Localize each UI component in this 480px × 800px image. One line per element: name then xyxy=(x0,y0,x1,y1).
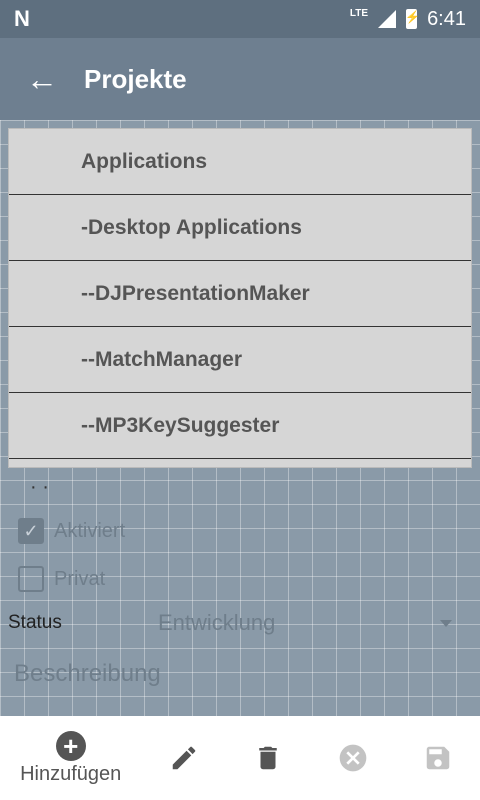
edit-button[interactable] xyxy=(141,743,226,773)
add-button[interactable]: + Hinzufügen xyxy=(0,730,141,786)
battery-icon xyxy=(405,9,420,29)
clock: 6:41 xyxy=(427,7,466,30)
status-select[interactable]: Entwicklung xyxy=(158,610,440,636)
list-item[interactable]: --MatchManager xyxy=(9,327,471,393)
list-item[interactable]: --DJPresentationMaker xyxy=(9,261,471,327)
save-icon xyxy=(426,746,449,770)
delete-button[interactable] xyxy=(226,743,311,773)
field-remnant: · · xyxy=(30,476,49,498)
beschreibung-field[interactable]: Beschreibung xyxy=(14,660,161,688)
back-arrow-icon[interactable]: ← xyxy=(0,61,84,98)
checkbox-checked-icon[interactable]: ✓ xyxy=(18,518,44,544)
checkbox-unchecked-icon[interactable] xyxy=(18,566,44,592)
plus-icon: + xyxy=(55,730,86,761)
list-item[interactable]: -Desktop Applications xyxy=(9,195,471,261)
project-list-popup: Applications -Desktop Applications --DJP… xyxy=(8,128,472,468)
delete-icon xyxy=(259,746,278,770)
add-label: Hinzufügen xyxy=(20,762,122,785)
page-title: Projekte xyxy=(84,63,187,94)
privat-label: Privat xyxy=(54,567,106,590)
edit-icon xyxy=(172,746,195,770)
save-button[interactable] xyxy=(395,743,480,773)
aktiviert-label: Aktiviert xyxy=(54,519,126,542)
list-item[interactable]: --MP3KeySuggester xyxy=(9,393,471,459)
list-item[interactable]: Applications xyxy=(9,129,471,195)
aktiviert-checkbox-row[interactable]: ✓ Aktiviert xyxy=(18,518,125,544)
cancel-icon xyxy=(339,744,367,772)
signal-icon xyxy=(378,10,397,28)
notification-icon: N xyxy=(14,6,30,31)
cancel-button[interactable] xyxy=(311,742,396,774)
status-label: Status xyxy=(8,612,62,633)
app-bar: ← Projekte xyxy=(0,38,480,120)
network-type: LTE xyxy=(349,7,369,19)
dropdown-arrow-icon[interactable] xyxy=(440,619,452,627)
bottom-action-bar: + Hinzufügen xyxy=(0,716,480,800)
status-indicators: LTE 6:41 xyxy=(350,8,466,31)
status-bar: N LTE 6:41 xyxy=(0,0,480,38)
privat-checkbox-row[interactable]: Privat xyxy=(18,566,105,592)
status-select-row[interactable]: Status Entwicklung xyxy=(8,610,452,636)
